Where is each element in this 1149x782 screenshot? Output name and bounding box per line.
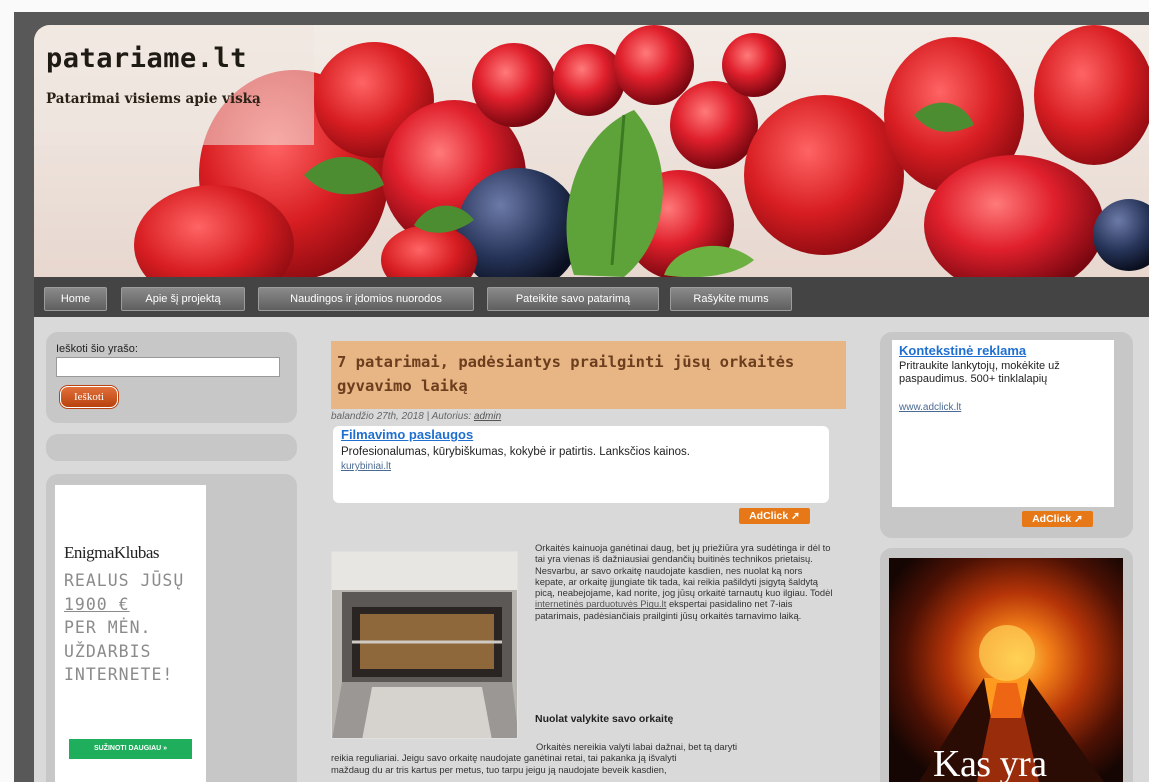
site-tagline: Patarimai visiems apie viską [46, 91, 261, 107]
ad-cta-button[interactable]: SUŽINOTI DAUGIAU » [69, 739, 192, 759]
oven-image [331, 551, 518, 739]
search-button[interactable]: Ieškoti [60, 386, 118, 408]
inline-ad-link[interactable]: kurybiniai.lt [341, 461, 391, 472]
paragraph-line: maždaug du ar tris kartus per metus, tuo… [331, 763, 667, 775]
search-label: Ieškoti šio yrašo: [56, 343, 138, 355]
adclick-label: AdClick [749, 510, 789, 522]
adclick-badge[interactable]: AdClick ➚ [1022, 511, 1093, 527]
post-text: Orkaitės kainuoja ganėtinai daug, bet jų… [535, 542, 833, 599]
site-title[interactable]: patariame.lt [46, 43, 247, 74]
post-meta: balandžio 27th, 2018 | Autorius: admin [331, 411, 501, 422]
post-inline-link[interactable]: internetinės parduotuvės Pigu.lt [535, 598, 666, 609]
header-banner: patariame.lt Patarimai visiems apie visk… [34, 25, 1149, 277]
nav-item-contact[interactable]: Rašykite mums [670, 287, 792, 311]
post-author-link[interactable]: admin [474, 411, 501, 422]
paragraph-line: Orkaitės nereikia valyti labai dažnai, b… [536, 741, 738, 752]
right-ad-desc: Pritraukite lankytojų, mokėkite už paspa… [899, 360, 1060, 385]
ad-amount: 1900 € [64, 594, 130, 614]
right-ad-link[interactable]: www.adclick.lt [899, 402, 961, 413]
inline-ad-desc: Profesionalumas, kūrybiškumas, kokybė ir… [341, 446, 690, 458]
ad-line: UŽDARBIS [64, 641, 152, 661]
search-input[interactable] [56, 357, 280, 377]
ad-text: REALUS JŪSŲ 1900 € PER MĖN. UŽDARBIS INT… [64, 569, 204, 687]
cursor-icon: ➚ [791, 510, 800, 522]
empty-widget [46, 434, 297, 461]
right-ad-title[interactable]: Kontekstinė reklama [899, 343, 1026, 358]
oven-illustration [332, 552, 517, 738]
adclick-badge[interactable]: AdClick ➚ [739, 508, 810, 524]
post-title[interactable]: 7 patarimai, padėsiantys prailginti jūsų… [337, 350, 837, 398]
ad-line: INTERNETE! [64, 665, 174, 684]
post-body: Orkaitės kainuoja ganėtinai daug, bet jų… [535, 542, 835, 621]
volcano-banner-text: Kas yra [933, 743, 1047, 782]
post-date: balandžio 27th, 2018 | Autorius: [331, 411, 474, 422]
nav-item-links[interactable]: Naudingos ir įdomios nuorodos [258, 287, 474, 311]
cursor-icon: ➚ [1074, 513, 1083, 525]
paragraph-line: reikia reguliariai. Jeigu savo orkaitę n… [331, 752, 677, 764]
ad-line: PER MĖN. [64, 618, 152, 637]
post-subheading: Nuolat valykite savo orkaitę [535, 713, 674, 725]
adclick-label: AdClick [1032, 513, 1072, 525]
inline-ad-title[interactable]: Filmavimo paslaugos [341, 427, 473, 442]
nav-item-home[interactable]: Home [44, 287, 107, 311]
ad-line: REALUS JŪSŲ [64, 571, 185, 590]
nav-item-about[interactable]: Apie šį projektą [121, 287, 245, 311]
ad-brand: EnigmaKlubas [64, 543, 160, 562]
nav-item-submit-tip[interactable]: Pateikite savo patarimą [487, 287, 659, 311]
post-paragraph: Orkaitės nereikia valyti labai dažnai, b… [331, 741, 841, 775]
